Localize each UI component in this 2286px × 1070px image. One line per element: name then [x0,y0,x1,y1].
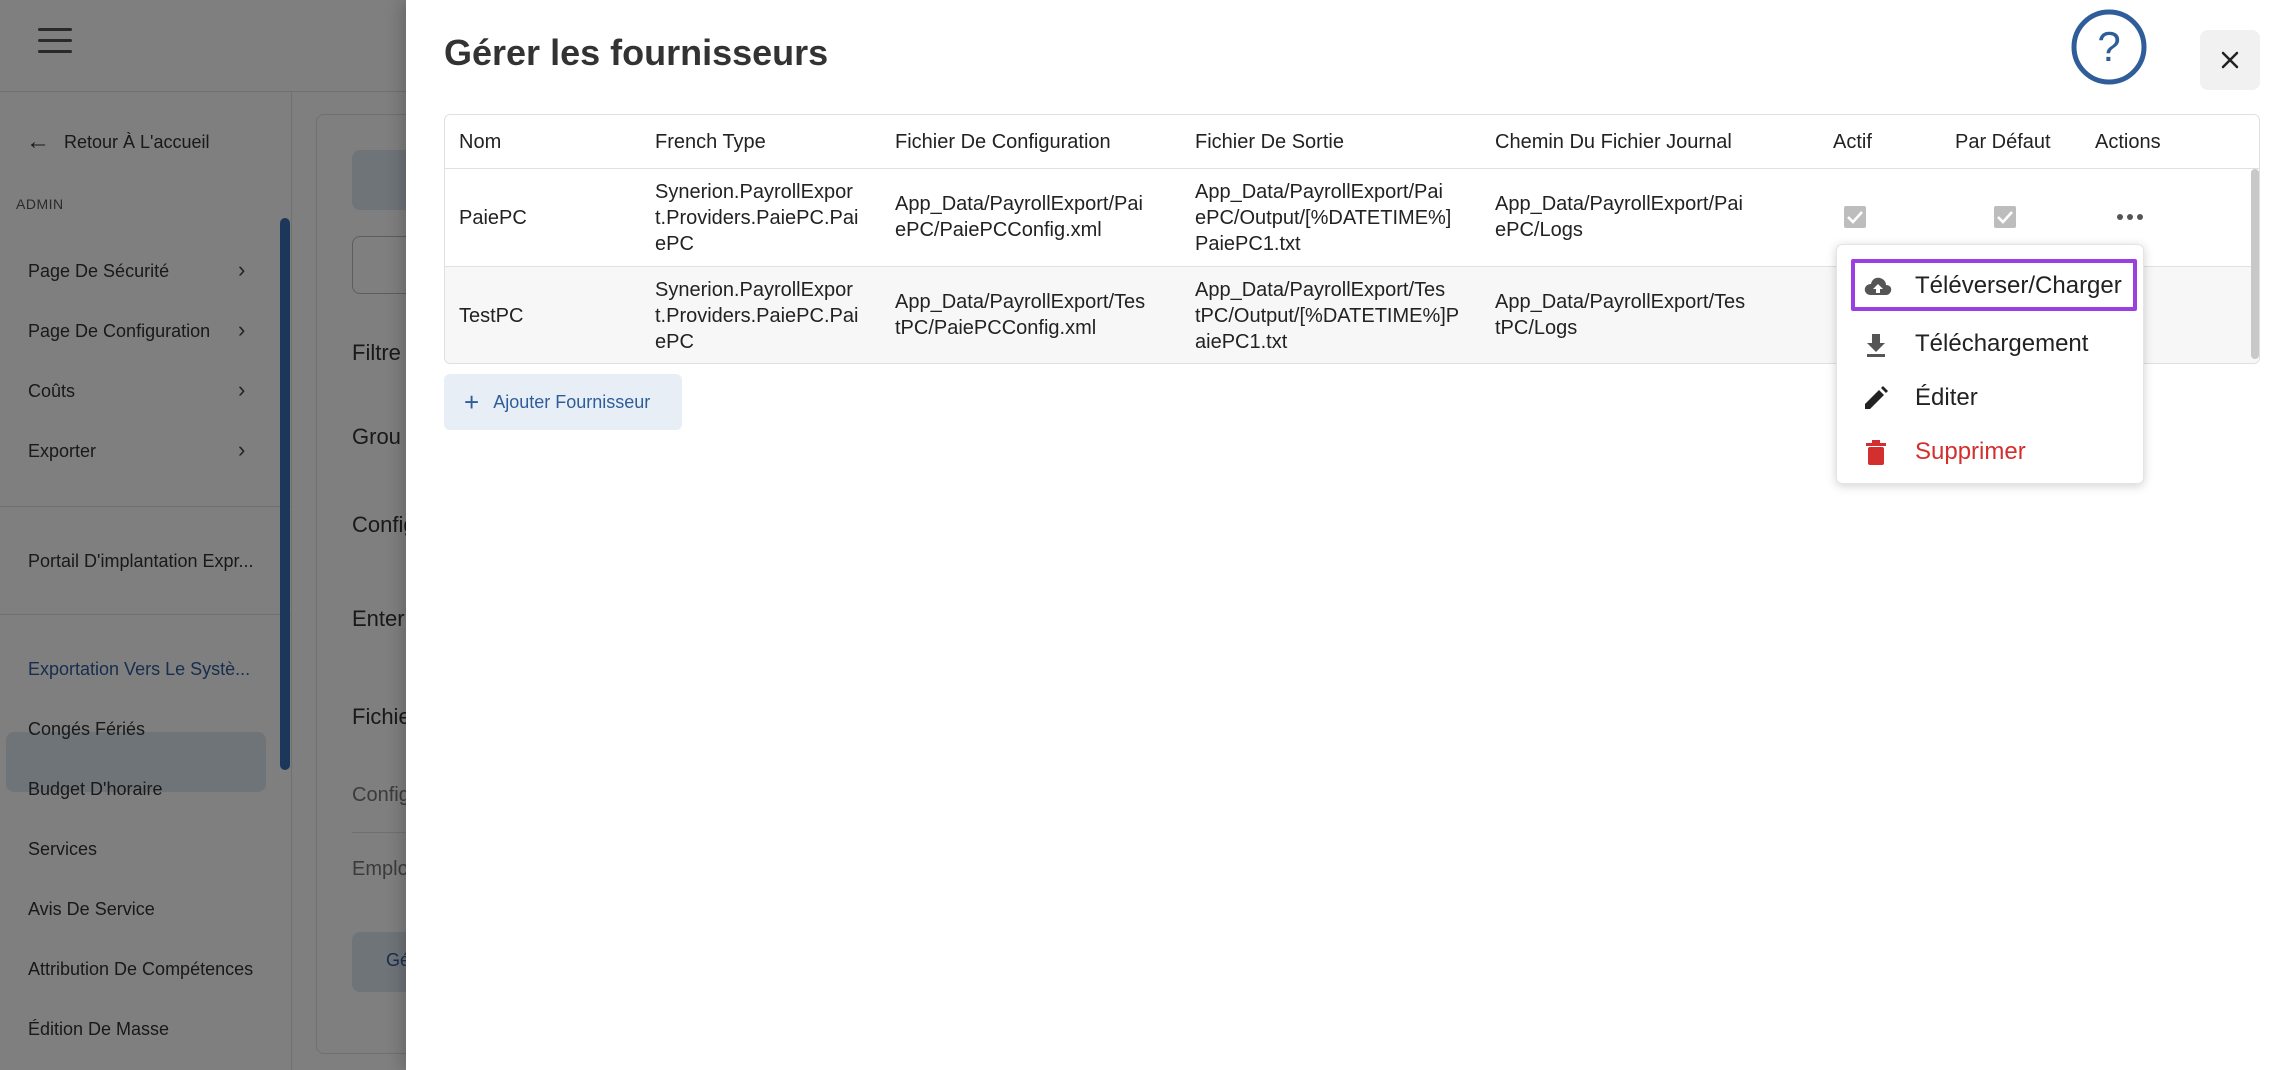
cell-line: t.Providers.PaiePC.Pai [655,207,859,229]
cell-line: PaiePC1.txt [1195,233,1301,255]
cell-line: tPC/Output/[%DATETIME%]P [1195,305,1460,327]
menu-item-upload[interactable]: Téléverser/Charger [1851,259,2137,311]
cell-line: tPC/Logs [1495,317,1578,339]
cell-line: App_Data/PayrollExport/Pai [1495,193,1743,215]
table-header: Nom French Type Fichier De Configuration… [445,115,2259,169]
menu-item-label: Téléverser/Charger [1915,272,2122,299]
menu-item-label: Téléchargement [1915,330,2089,357]
cell-line: ePC [655,233,694,255]
menu-item-edit[interactable]: Éditer [1837,371,2145,425]
cell-line: Synerion.PayrollExpor [655,181,853,203]
cell-line: ePC/Logs [1495,219,1583,241]
close-icon [2221,51,2239,69]
manage-providers-drawer: Gérer les fournisseurs ? Nom French Type… [406,0,2286,1070]
trash-icon [1866,440,1886,465]
cell-line: aiePC1.txt [1195,331,1288,353]
provider-name: TestPC [459,305,524,327]
help-icon[interactable]: ? [2070,8,2148,86]
active-checkbox [1844,206,1866,228]
column-header-default[interactable]: Par Défaut [1955,131,2051,154]
cell-line: tPC/PaiePCConfig.xml [895,317,1097,339]
table-scrollbar[interactable] [2251,169,2259,359]
cell-line: App_Data/PayrollExport/Tes [895,291,1146,313]
column-header-active[interactable]: Actif [1833,131,1872,154]
provider-type: Synerion.PayrollExpor t.Providers.PaiePC… [655,277,858,355]
menu-item-label: Supprimer [1915,438,2026,465]
pencil-icon [1865,386,1888,409]
provider-config-file: App_Data/PayrollExport/Pai ePC/PaiePCCon… [895,191,1143,243]
cell-line: t.Providers.PaiePC.Pai [655,305,859,327]
close-button[interactable] [2200,30,2260,90]
cell-line: App_Data/PayrollExport/Tes [1195,279,1446,301]
cell-line: App_Data/PayrollExport/Pai [895,193,1143,215]
column-header-config-file[interactable]: Fichier De Configuration [895,131,1111,154]
provider-type: Synerion.PayrollExpor t.Providers.PaiePC… [655,179,858,257]
provider-log-path: App_Data/PayrollExport/Tes tPC/Logs [1495,289,1745,341]
menu-item-download[interactable]: Téléchargement [1837,317,2145,371]
add-provider-label: Ajouter Fournisseur [493,391,651,412]
provider-log-path: App_Data/PayrollExport/Pai ePC/Logs [1495,191,1743,243]
column-header-log-path[interactable]: Chemin Du Fichier Journal [1495,131,1732,154]
provider-output-file: App_Data/PayrollExport/Pai ePC/Output/[%… [1195,179,1451,257]
cell-line: Synerion.PayrollExpor [655,279,853,301]
actions-menu: Téléverser/Charger Téléchargement Éditer… [1836,244,2144,484]
provider-output-file: App_Data/PayrollExport/Tes tPC/Output/[%… [1195,277,1459,355]
cell-line: ePC/Output/[%DATETIME%] [1195,207,1452,229]
cell-line: App_Data/PayrollExport/Tes [1495,291,1746,313]
column-header-output-file[interactable]: Fichier De Sortie [1195,131,1344,154]
cell-line: ePC [655,331,694,353]
download-icon [1867,334,1885,357]
cloud-upload-icon [1864,277,1892,295]
column-header-type[interactable]: French Type [655,131,766,154]
svg-text:?: ? [2097,23,2120,70]
menu-item-delete[interactable]: Supprimer [1837,425,2145,479]
default-checkbox [1994,206,2016,228]
add-provider-button[interactable]: + Ajouter Fournisseur [444,374,682,430]
column-header-name[interactable]: Nom [459,131,501,154]
drawer-title: Gérer les fournisseurs [444,32,829,73]
plus-icon: + [464,387,480,417]
provider-name: PaiePC [459,207,527,229]
cell-line: ePC/PaiePCConfig.xml [895,219,1102,241]
more-actions-icon[interactable] [2115,207,2145,227]
cell-line: App_Data/PayrollExport/Pai [1195,181,1443,203]
column-header-actions: Actions [2095,131,2161,153]
provider-config-file: App_Data/PayrollExport/Tes tPC/PaiePCCon… [895,289,1145,341]
menu-item-label: Éditer [1915,384,1978,411]
